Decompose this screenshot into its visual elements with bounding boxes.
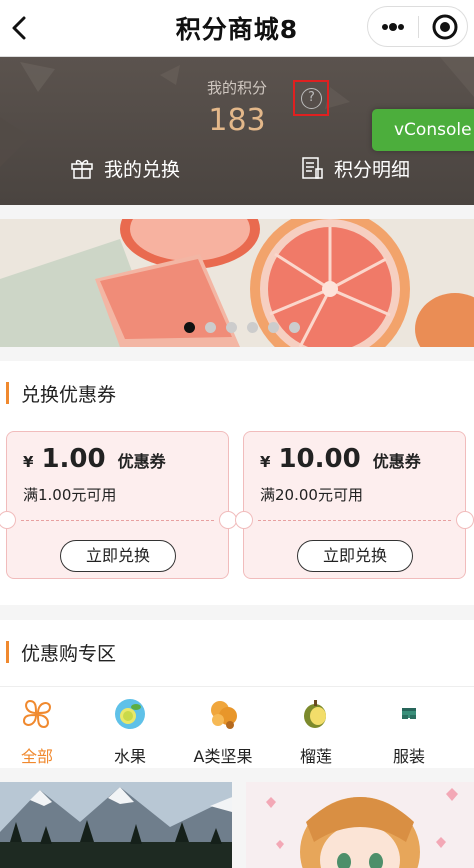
category-tab-durian[interactable]: 榴莲 bbox=[269, 697, 363, 767]
coupon-condition: 满20.00元可用 bbox=[260, 486, 363, 504]
carousel-dot[interactable] bbox=[205, 322, 216, 333]
document-list-icon bbox=[302, 157, 323, 179]
category-tab-fruit[interactable]: 水果 bbox=[83, 697, 177, 767]
section-accent-bar bbox=[6, 641, 9, 663]
section-divider bbox=[0, 686, 474, 687]
category-label: 榴莲 bbox=[299, 747, 332, 766]
category-label: 服装 bbox=[392, 747, 425, 766]
coupon-amount: 10.00 bbox=[278, 444, 361, 474]
product-card-image[interactable] bbox=[0, 782, 232, 868]
clothing-icon bbox=[402, 708, 416, 719]
my-exchange-label: 我的兑换 bbox=[104, 158, 181, 181]
category-label: A类坚果 bbox=[193, 747, 253, 766]
category-tab-all[interactable]: 全部 bbox=[0, 697, 84, 767]
category-tab-nuts[interactable]: A类坚果 bbox=[176, 697, 270, 767]
banner-carousel[interactable] bbox=[0, 219, 474, 347]
capsule-divider bbox=[418, 16, 419, 38]
points-header: 我的积分 183 ? vConsole 我的兑换 积分明细 bbox=[0, 57, 474, 205]
coupon-amount-row: ¥ 1.00 优惠券 bbox=[23, 444, 166, 474]
currency-symbol: ¥ bbox=[260, 453, 271, 471]
durian-icon bbox=[304, 700, 326, 728]
coupon-notch bbox=[235, 511, 253, 529]
coupon-section-header: 兑换优惠券 bbox=[0, 381, 117, 406]
category-label: 水果 bbox=[113, 747, 146, 766]
my-exchange-link[interactable]: 我的兑换 bbox=[70, 153, 180, 183]
carousel-dot[interactable] bbox=[184, 322, 195, 333]
nut-icon bbox=[211, 701, 237, 729]
more-dots-icon[interactable] bbox=[378, 11, 408, 43]
carousel-dot[interactable] bbox=[268, 322, 279, 333]
points-mall-page: 积分商城8 我的积分 183 ? vConsole 我的兑换 积分明细 兑换优惠… bbox=[0, 0, 474, 868]
points-detail-label: 积分明细 bbox=[334, 158, 411, 181]
coupon-card: ¥ 10.00 优惠券 满20.00元可用 立即兑换 bbox=[235, 431, 474, 579]
all-grid-icon bbox=[22, 699, 52, 729]
coupon-notch bbox=[456, 511, 474, 529]
redeem-button[interactable]: 立即兑换 bbox=[60, 540, 176, 572]
category-label: 全部 bbox=[20, 747, 53, 766]
my-points-label: 我的积分 bbox=[206, 79, 267, 97]
redeem-button[interactable]: 立即兑换 bbox=[297, 540, 413, 572]
discount-section-header: 优惠购专区 bbox=[0, 640, 117, 665]
coupon-amount-row: ¥ 10.00 优惠券 bbox=[260, 444, 421, 474]
anime-girl-image bbox=[246, 782, 474, 868]
section-accent-bar bbox=[6, 382, 9, 404]
carousel-dot[interactable] bbox=[289, 322, 300, 333]
product-card-image[interactable] bbox=[246, 782, 474, 868]
carousel-dots bbox=[184, 322, 300, 333]
coupon-tag: 优惠券 bbox=[372, 452, 421, 471]
help-highlight-box[interactable]: ? bbox=[293, 80, 329, 116]
coupon-divider bbox=[258, 520, 451, 521]
question-circle-icon[interactable]: ? bbox=[301, 88, 322, 109]
points-detail-link[interactable]: 积分明细 bbox=[300, 153, 410, 183]
carousel-dot[interactable] bbox=[247, 322, 258, 333]
fruit-icon bbox=[115, 699, 145, 729]
mini-program-capsule bbox=[367, 6, 468, 47]
currency-symbol: ¥ bbox=[23, 453, 34, 471]
coupon-amount: 1.00 bbox=[41, 444, 106, 474]
discount-section-title: 优惠购专区 bbox=[21, 642, 117, 665]
close-target-icon[interactable] bbox=[430, 12, 460, 42]
vconsole-button[interactable]: vConsole bbox=[372, 109, 474, 151]
mountain-landscape-image bbox=[0, 782, 232, 868]
coupon-condition: 满1.00元可用 bbox=[23, 486, 117, 504]
coupon-card: ¥ 1.00 优惠券 满1.00元可用 立即兑换 bbox=[0, 431, 237, 579]
gift-icon bbox=[71, 159, 93, 179]
coupon-notch bbox=[0, 511, 16, 529]
coupon-tag: 优惠券 bbox=[117, 452, 166, 471]
category-tab-clothing[interactable]: 服装 bbox=[362, 697, 456, 767]
carousel-dot[interactable] bbox=[226, 322, 237, 333]
nav-bar: 积分商城8 bbox=[0, 0, 474, 57]
coupon-section-title: 兑换优惠券 bbox=[21, 383, 117, 406]
coupon-divider bbox=[21, 520, 214, 521]
